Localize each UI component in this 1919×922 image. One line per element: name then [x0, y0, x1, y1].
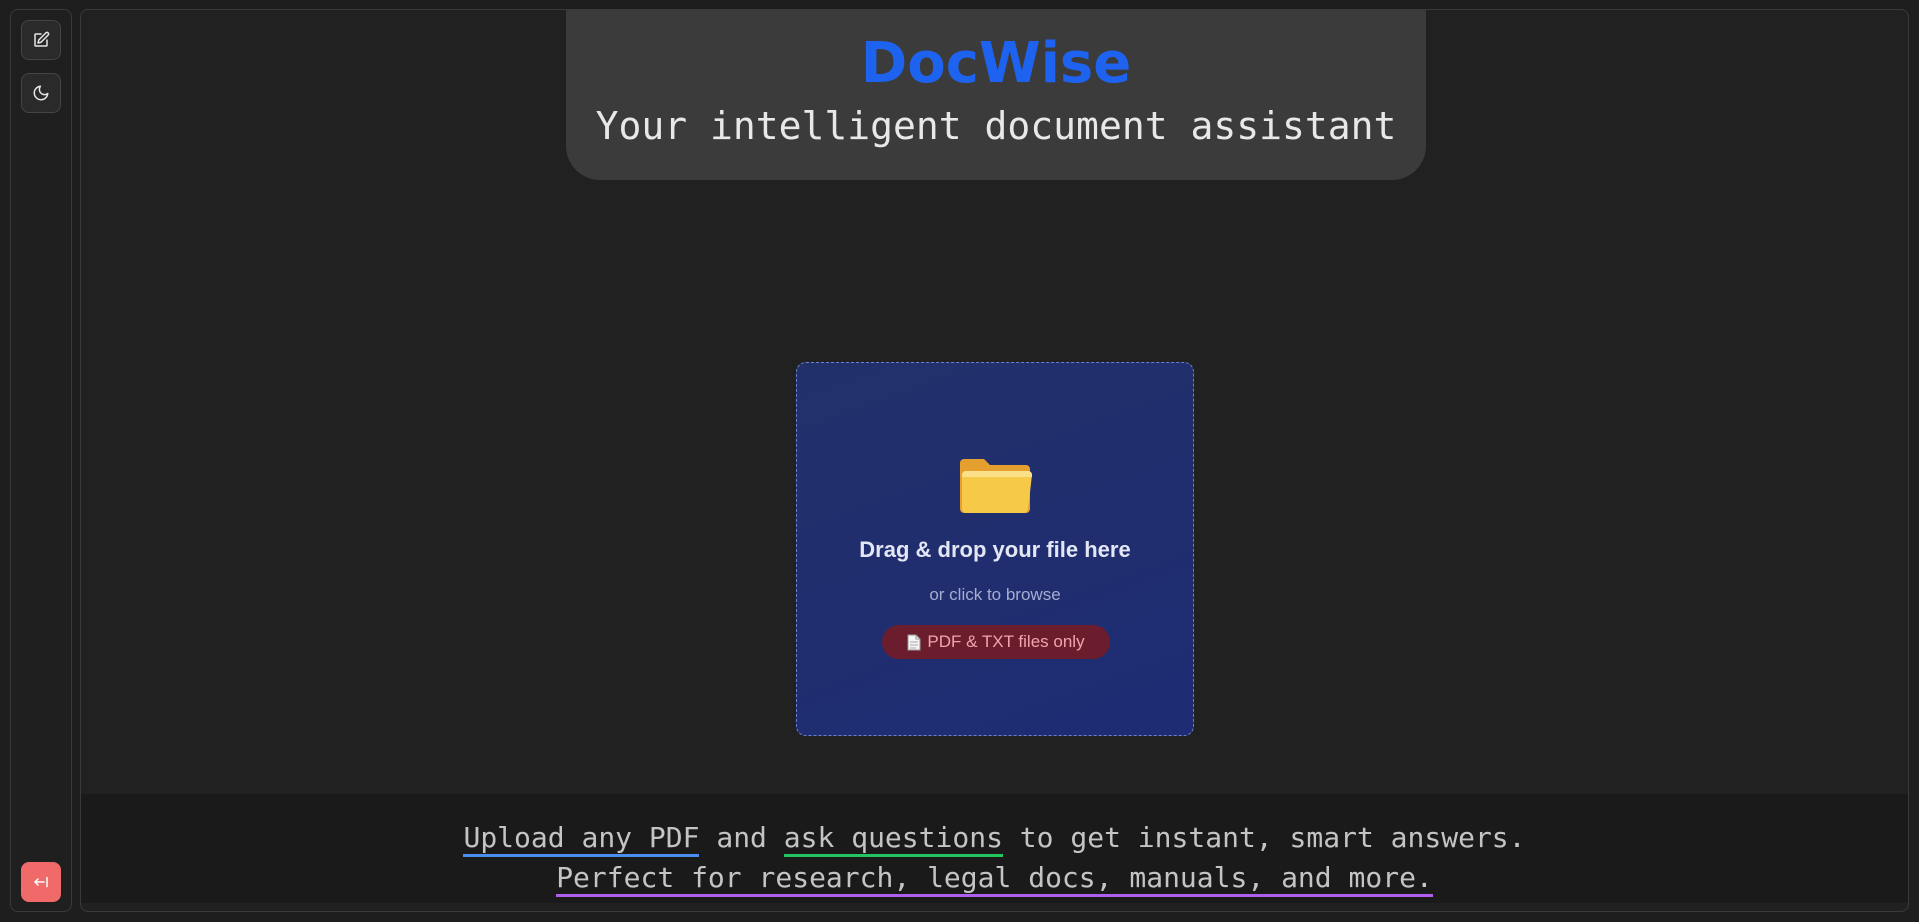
file-type-label: PDF & TXT files only — [927, 632, 1085, 651]
folder-icon — [960, 459, 1032, 513]
document-icon — [907, 634, 921, 650]
upload-pdf-link: Upload any PDF — [463, 821, 700, 857]
app-title: DocWise — [860, 31, 1132, 96]
use-cases-link: Perfect for research, legal docs, manual… — [556, 861, 1433, 897]
footer-line-2: Perfect for research, legal docs, manual… — [81, 858, 1908, 898]
dropzone-subtitle: or click to browse — [929, 585, 1061, 604]
edit-icon — [34, 31, 50, 47]
footer-text: to get instant, smart answers. — [1002, 821, 1526, 854]
app-header: DocWise Your intelligent document assist… — [566, 10, 1426, 180]
exit-button[interactable] — [21, 862, 61, 902]
sidebar — [10, 9, 72, 912]
main-panel: DocWise Your intelligent document assist… — [80, 9, 1909, 912]
exit-icon — [34, 876, 48, 888]
footer: Upload any PDF and ask questions to get … — [81, 794, 1908, 903]
file-dropzone[interactable]: Drag & drop your file here or click to b… — [796, 362, 1194, 736]
theme-toggle-button[interactable] — [21, 73, 61, 113]
footer-text: and — [699, 821, 784, 854]
file-type-badge: PDF & TXT files only — [882, 625, 1110, 659]
moon-icon — [33, 85, 49, 101]
dropzone-title: Drag & drop your file here — [859, 537, 1131, 562]
new-chat-button[interactable] — [21, 20, 61, 60]
footer-line-1: Upload any PDF and ask questions to get … — [81, 818, 1908, 858]
ask-questions-link: ask questions — [783, 821, 1003, 857]
app-subtitle: Your intelligent document assistant — [595, 104, 1397, 148]
